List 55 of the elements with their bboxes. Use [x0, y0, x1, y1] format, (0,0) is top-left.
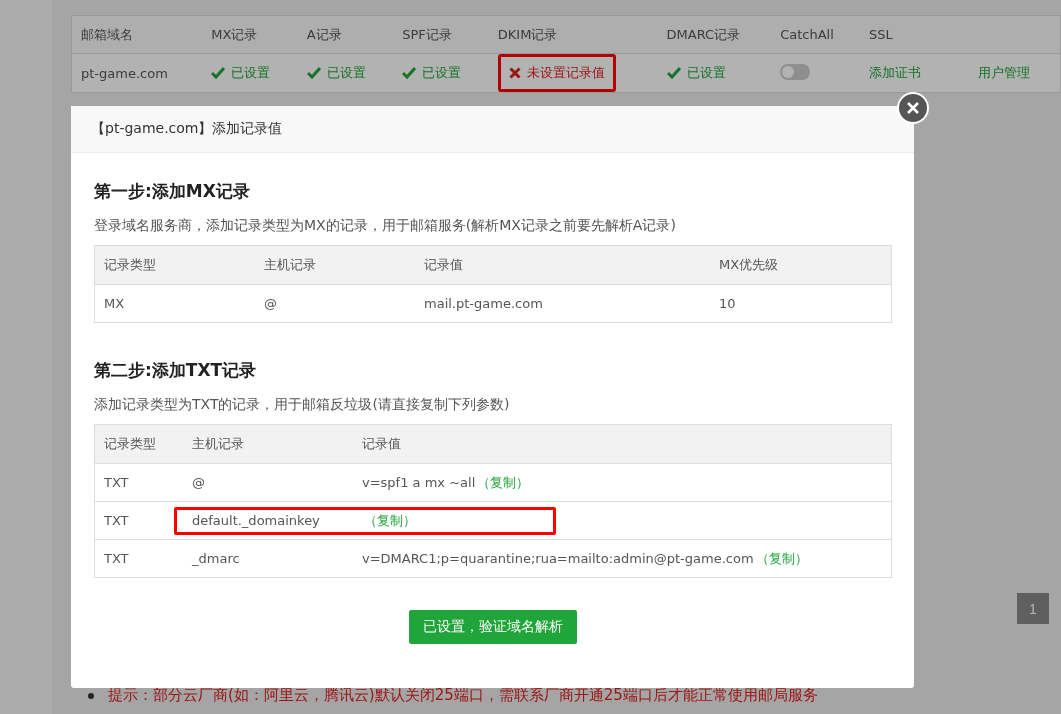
column-header: 记录类型: [94, 424, 183, 464]
cross-icon: [508, 67, 521, 79]
manage-link[interactable]: 用户管理: [978, 65, 1030, 80]
record-value: @: [192, 475, 205, 490]
column-header: 主机记录: [255, 245, 415, 285]
column-header: 记录值: [353, 424, 892, 464]
record-value: _dmarc: [192, 551, 240, 566]
close-button[interactable]: [897, 92, 929, 124]
record-value: TXT: [104, 475, 129, 490]
column-header: SPF记录: [393, 15, 489, 54]
copy-link[interactable]: （复制）: [755, 550, 808, 566]
confirm-button[interactable]: 已设置，验证域名解析: [409, 610, 577, 644]
record-value: 10: [719, 296, 736, 311]
column-header: MX优先级: [710, 245, 892, 285]
record-value: default._domainkey: [192, 513, 320, 528]
check-icon: [666, 67, 681, 79]
toggle-switch[interactable]: [780, 63, 811, 80]
table-cell: pt-game.com: [71, 53, 203, 93]
record-value: @: [264, 296, 277, 311]
column-header: CatchAll: [771, 15, 861, 54]
record-status: 已设置: [211, 64, 271, 82]
column-header: 记录类型: [94, 245, 255, 285]
notice-text: 提示：部分云厂商(如：阿里云，腾讯云)默认关闭25端口，需联系厂商开通25端口后才能正常使用邮局服务: [108, 686, 818, 705]
column-header: DMARC记录: [657, 15, 772, 54]
record-value: v=spf1 a mx ~all: [362, 474, 476, 490]
check-icon: [306, 67, 321, 79]
record-status: 已设置: [666, 64, 726, 82]
record-value: mail.pt-game.com: [424, 296, 543, 311]
column-header: 主机记录: [183, 424, 353, 464]
column-header: 记录值: [415, 245, 710, 285]
step-description: 登录域名服务商，添加记录类型为MX的记录，用于邮箱服务(解析MX记录之前要先解析A记录): [94, 217, 677, 235]
check-icon: [211, 67, 226, 79]
column-header: SSL: [860, 15, 947, 54]
record-value: v=DMARC1;p=quarantine;rua=mailto:admin@pt-game.com: [362, 550, 754, 566]
record-value: MX: [104, 296, 125, 311]
highlighted-status: 未设置记录值: [497, 54, 616, 92]
page-button[interactable]: 1: [1017, 593, 1049, 624]
check-icon: [402, 67, 417, 79]
record-value: TXT: [104, 513, 129, 528]
copy-link[interactable]: （复制）: [364, 512, 416, 528]
close-icon: [906, 101, 920, 115]
column-header: MX记录: [202, 15, 298, 54]
column-header: DKIM记录: [488, 15, 658, 54]
column-header: 邮箱域名: [71, 15, 203, 54]
column-header: A记录: [297, 15, 394, 54]
record-status: 已设置: [306, 64, 366, 82]
copy-link[interactable]: （复制）: [477, 474, 530, 490]
ssl-link[interactable]: 添加证书: [869, 65, 922, 80]
record-value: TXT: [104, 551, 129, 566]
bullet-icon: [88, 692, 94, 699]
step-description: 添加记录类型为TXT的记录，用于邮箱反垃圾(请直接复制下列参数): [94, 396, 511, 414]
step-heading: 第一步:添加MX记录: [94, 180, 251, 203]
record-status: 已设置: [402, 64, 462, 82]
step-heading: 第二步:添加TXT记录: [94, 359, 258, 382]
dialog-title: 【pt-game.com】添加记录值: [91, 120, 283, 138]
